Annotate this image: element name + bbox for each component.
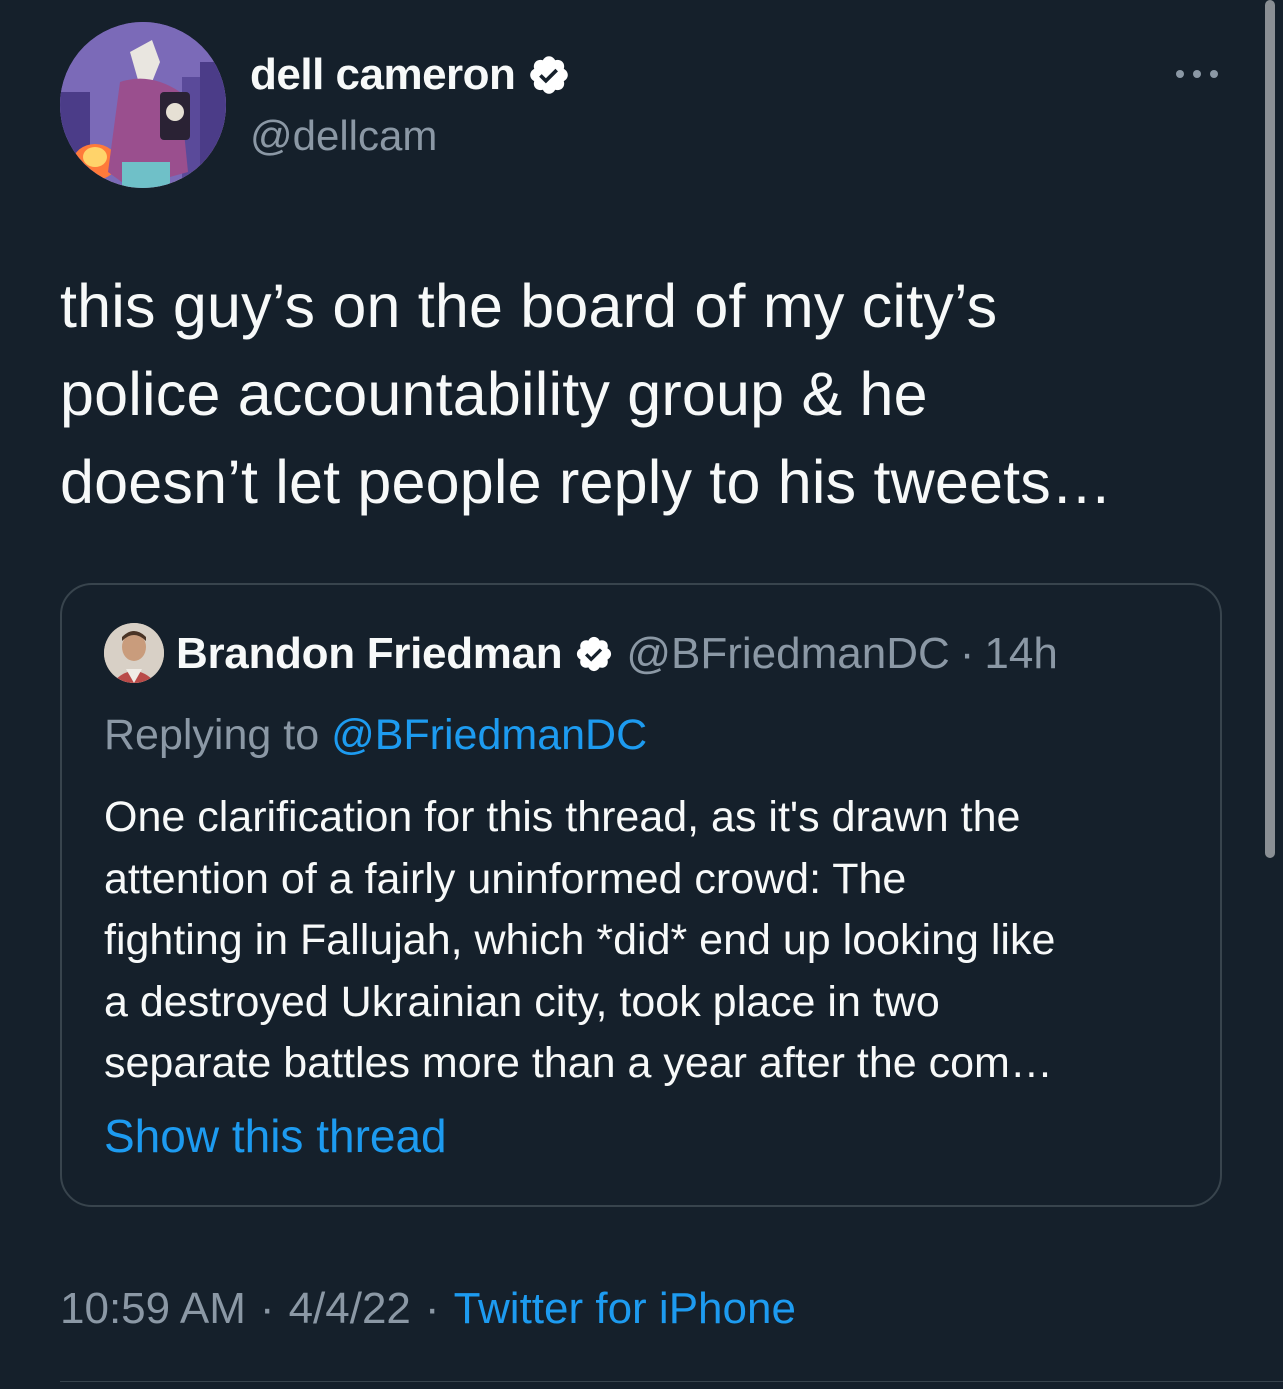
separator-dot: · xyxy=(424,1284,440,1333)
quoted-text-line: attention of a fairly uninformed crowd: … xyxy=(104,854,907,903)
tweet-text-line: this guy’s on the board of my city’s xyxy=(60,272,998,340)
quoted-tweet-text: One clarification for this thread, as it… xyxy=(104,787,1184,1095)
quoted-tweet-header: Brandon Friedman @BFriedmanDC · 14h xyxy=(176,629,1058,679)
quoted-text-line: a destroyed Ukrainian city, took place i… xyxy=(104,977,940,1026)
author-name-text: dell cameron xyxy=(250,50,516,99)
replying-to-line: Replying to @BFriedmanDC xyxy=(104,711,647,760)
tweet-date[interactable]: 4/4/22 xyxy=(289,1284,411,1333)
tweet-time[interactable]: 10:59 AM xyxy=(60,1284,246,1333)
quoted-text-line: separate battles more than a year after … xyxy=(104,1039,1053,1087)
tweet-detail: dell cameron @dellcam this guy’s on the … xyxy=(0,0,1283,1389)
tweet-meta: 10:59 AM · 4/4/22 · Twitter for iPhone xyxy=(60,1284,796,1334)
replying-to-link[interactable]: @BFriedmanDC xyxy=(331,711,647,759)
more-horizontal-icon[interactable] xyxy=(1172,62,1222,86)
replying-to-prefix: Replying to xyxy=(104,711,332,759)
scrollbar-thumb[interactable] xyxy=(1265,0,1275,858)
tweet-text-line: police accountability group & he xyxy=(60,360,928,428)
separator-dot: · xyxy=(259,1284,275,1333)
quoted-tweet-card[interactable]: Brandon Friedman @BFriedmanDC · 14h Repl… xyxy=(60,583,1222,1207)
tweet-text: this guy’s on the board of my city’s pol… xyxy=(60,262,1230,526)
verified-badge-icon xyxy=(577,636,612,672)
quoted-author-name[interactable]: Brandon Friedman xyxy=(176,629,563,679)
quoted-tweet-time[interactable]: 14h xyxy=(984,629,1057,679)
author-display-name[interactable]: dell cameron xyxy=(250,50,571,100)
quoted-avatar-photo xyxy=(104,623,164,683)
show-thread-link[interactable]: Show this thread xyxy=(104,1109,447,1163)
avatar-illustration xyxy=(60,22,226,188)
separator-dot: · xyxy=(959,629,975,678)
quoted-author-handle[interactable]: @BFriedmanDC xyxy=(626,629,949,679)
quoted-text-line: One clarification for this thread, as it… xyxy=(104,793,1021,841)
author-handle[interactable]: @dellcam xyxy=(250,112,437,160)
quoted-author-avatar[interactable] xyxy=(104,623,164,683)
divider xyxy=(60,1381,1283,1382)
tweet-source-link[interactable]: Twitter for iPhone xyxy=(454,1284,796,1333)
quoted-text-line: fighting in Fallujah, which *did* end up… xyxy=(104,916,1056,964)
verified-badge-icon xyxy=(530,56,569,94)
tweet-text-line: doesn’t let people reply to his tweets… xyxy=(60,448,1113,516)
author-avatar[interactable] xyxy=(60,22,226,188)
